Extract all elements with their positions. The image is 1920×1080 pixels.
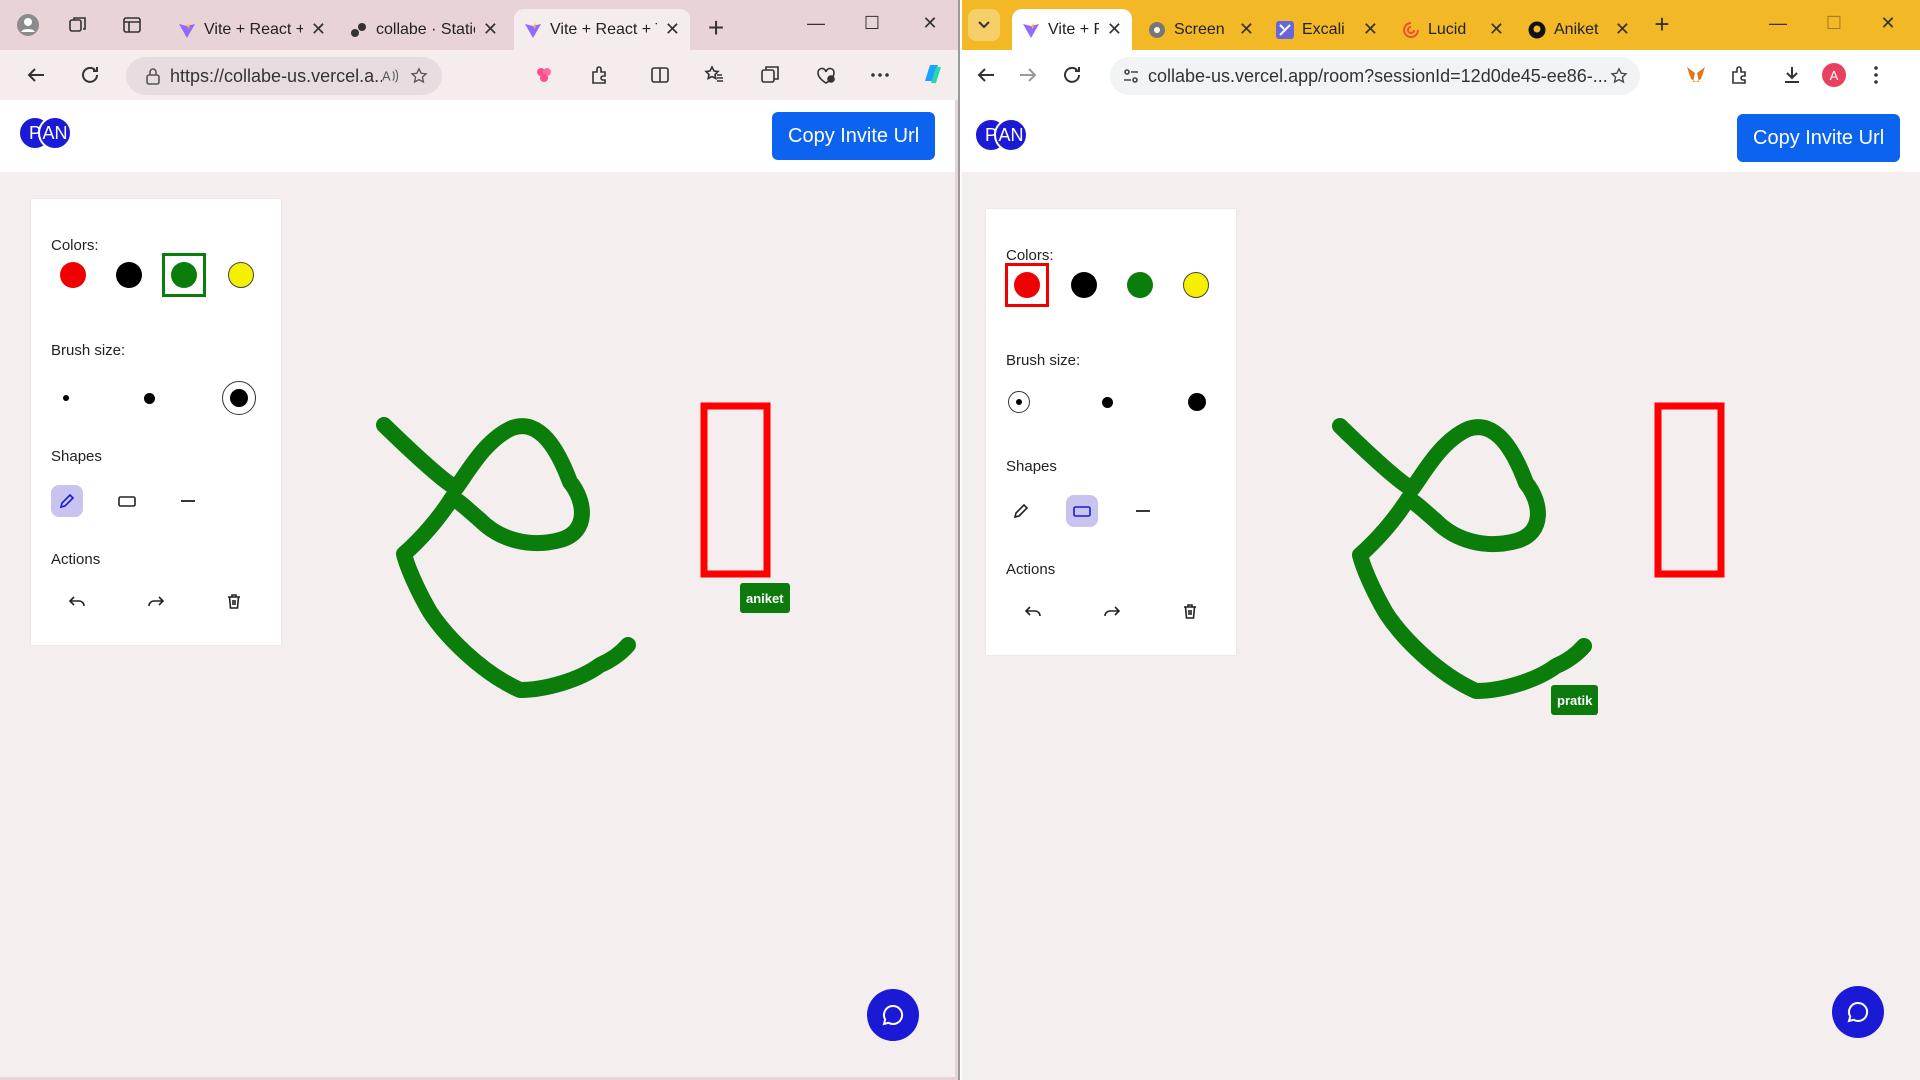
site-settings-icon[interactable] — [1122, 67, 1140, 85]
close-icon[interactable]: ✕ — [665, 19, 680, 40]
tab-label: Vite + React + TS — [204, 20, 303, 38]
new-tab-button[interactable]: + — [1646, 8, 1678, 40]
close-icon[interactable]: ✕ — [483, 19, 498, 40]
split-screen-icon[interactable] — [644, 59, 676, 91]
desktop: Vite + React + TS ✕ collabe · Static ✕ V… — [0, 0, 1920, 1080]
read-aloud-icon[interactable]: A — [382, 67, 400, 85]
freehand-stroke — [376, 417, 636, 698]
tab-actions-icon[interactable] — [116, 9, 148, 41]
vite-icon — [1022, 21, 1040, 39]
close-icon[interactable]: ✕ — [1107, 19, 1122, 40]
screen-recorder-icon — [1148, 21, 1166, 39]
vite-icon — [178, 21, 196, 39]
excalidraw-icon — [1276, 20, 1294, 39]
more-menu-icon[interactable] — [864, 59, 896, 91]
chat-button[interactable] — [1832, 986, 1884, 1038]
left-tab-3-active[interactable]: Vite + React + TS ✕ — [514, 9, 690, 50]
close-icon[interactable]: ✕ — [1239, 19, 1254, 40]
minimize-button[interactable]: — — [1758, 8, 1798, 38]
close-icon[interactable]: ✕ — [1615, 19, 1630, 40]
refresh-icon[interactable] — [74, 59, 106, 91]
tab-label: Vite + React — [1048, 20, 1099, 38]
lucid-icon — [1402, 21, 1420, 39]
copilot-icon[interactable] — [916, 58, 948, 90]
vite-icon — [524, 21, 542, 39]
red-rectangle — [1654, 402, 1725, 578]
close-window-button[interactable]: ✕ — [910, 8, 950, 38]
left-browser-window: Vite + React + TS ✕ collabe · Static ✕ V… — [0, 0, 960, 1080]
collections-icon[interactable] — [754, 59, 786, 91]
freehand-stroke — [1332, 418, 1592, 699]
favorites-icon[interactable] — [698, 59, 730, 91]
back-arrow-icon[interactable] — [970, 59, 1002, 91]
close-window-button[interactable]: ✕ — [1868, 8, 1908, 38]
url-text: collabe-us.vercel.app/room?sessionId=12d… — [1148, 65, 1608, 86]
collabe-icon — [350, 21, 368, 39]
close-icon[interactable]: ✕ — [1363, 19, 1378, 40]
close-icon[interactable]: ✕ — [1489, 19, 1504, 40]
tab-label: Excali — [1302, 20, 1345, 38]
chat-bubble-icon — [882, 1004, 904, 1026]
tab-label: Screen — [1174, 20, 1225, 38]
red-rectangle — [700, 402, 771, 578]
tab-search-chevron-down-icon[interactable] — [968, 9, 1000, 41]
bookmark-star-icon[interactable] — [1610, 67, 1628, 85]
right-address-bar[interactable]: collabe-us.vercel.app/room?sessionId=12d… — [1110, 57, 1640, 95]
maximize-button[interactable]: ☐ — [852, 8, 892, 38]
right-tab-1-active[interactable]: Vite + React ✕ — [1012, 9, 1132, 50]
right-tab-2[interactable]: Screen ✕ — [1138, 9, 1264, 50]
minimize-button[interactable]: — — [796, 8, 836, 38]
extension-flower-icon[interactable] — [528, 59, 560, 91]
svg-text:A: A — [382, 69, 391, 84]
tab-label: Lucid — [1428, 20, 1467, 38]
left-address-bar[interactable]: https://collabe-us.vercel.a... A — [126, 57, 442, 95]
drawing-canvas[interactable] — [962, 100, 1920, 1080]
maximize-button[interactable]: ☐ — [1814, 8, 1854, 38]
tab-label: Vite + React + TS — [550, 20, 657, 38]
left-page-viewport: P AN Copy Invite Url Colors: Brush size:… — [0, 100, 955, 1077]
workspaces-icon[interactable] — [62, 9, 94, 41]
url-text: https://collabe-us.vercel.a... — [170, 65, 382, 86]
left-tab-1[interactable]: Vite + React + TS ✕ — [168, 9, 336, 50]
profile-icon[interactable] — [12, 9, 44, 41]
metamask-fox-icon[interactable] — [1680, 59, 1712, 91]
chat-button[interactable] — [867, 989, 919, 1041]
download-icon[interactable] — [1776, 59, 1808, 91]
left-tab-2[interactable]: collabe · Static ✕ — [340, 9, 508, 50]
profile-avatar[interactable]: A — [1818, 59, 1850, 91]
chat-bubble-icon — [1847, 1001, 1869, 1023]
extensions-puzzle-icon[interactable] — [584, 59, 616, 91]
right-tab-3[interactable]: Excali ✕ — [1266, 9, 1388, 50]
favorite-star-icon[interactable] — [410, 67, 428, 85]
new-tab-button[interactable]: + — [700, 12, 732, 44]
chrome-menu-icon[interactable] — [1860, 59, 1892, 91]
extensions-puzzle-icon[interactable] — [1724, 59, 1756, 91]
browser-essentials-icon[interactable] — [810, 59, 842, 91]
drawing-canvas[interactable] — [0, 100, 955, 1077]
right-tab-strip: Vite + React ✕ Screen ✕ Excali ✕ Lucid ✕… — [962, 0, 1920, 50]
refresh-icon[interactable] — [1056, 59, 1088, 91]
back-arrow-icon[interactable] — [20, 59, 52, 91]
close-icon[interactable]: ✕ — [311, 19, 326, 40]
github-icon — [1528, 21, 1546, 39]
tab-label: collabe · Static — [376, 20, 475, 38]
right-page-viewport: P AN Copy Invite Url Colors: Brush size:… — [962, 100, 1920, 1080]
remote-cursor-label: aniket — [740, 583, 790, 613]
right-toolbar: collabe-us.vercel.app/room?sessionId=12d… — [962, 50, 1920, 100]
tab-label: Aniket — [1554, 20, 1599, 38]
left-toolbar: https://collabe-us.vercel.a... A — [0, 50, 958, 100]
remote-cursor-label: pratik — [1551, 685, 1599, 715]
right-tab-4[interactable]: Lucid ✕ — [1392, 9, 1514, 50]
profile-initial: A — [1822, 63, 1846, 87]
lock-icon — [144, 67, 162, 85]
right-browser-window: Vite + React ✕ Screen ✕ Excali ✕ Lucid ✕… — [962, 0, 1920, 1080]
forward-arrow-icon[interactable] — [1012, 59, 1044, 91]
right-tab-5[interactable]: Aniket ✕ — [1518, 9, 1640, 50]
left-tab-strip: Vite + React + TS ✕ collabe · Static ✕ V… — [0, 0, 958, 50]
